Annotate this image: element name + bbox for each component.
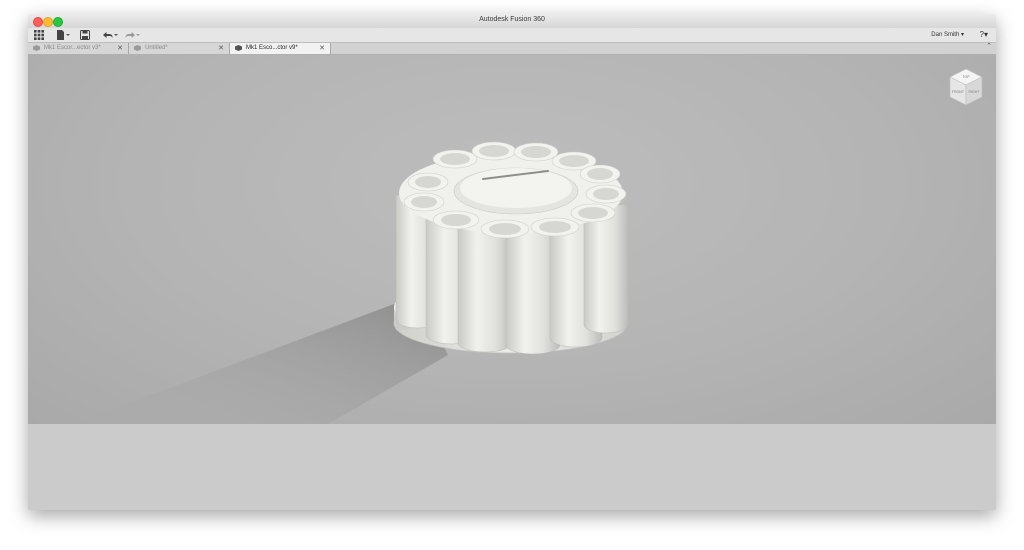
undo-icon — [103, 32, 118, 38]
3d-viewport[interactable]: TOP FRONT RIGHT — [28, 55, 996, 424]
document-tab[interactable]: Mk1 Escor...ector v3* ✕ — [28, 43, 129, 54]
app-window: Autodesk Fusion 360 Dan Smith ▾ ?▾ Mk1 E… — [28, 14, 996, 510]
component-icon — [134, 45, 141, 51]
tab-label: Mk1 Escor...ector v3* — [44, 45, 101, 51]
help-menu[interactable]: ?▾ — [980, 30, 988, 39]
close-tab-icon[interactable]: ✕ — [319, 43, 325, 54]
redo-icon — [125, 32, 140, 38]
save-button[interactable] — [80, 30, 90, 40]
view-cube[interactable]: TOP FRONT RIGHT — [948, 67, 984, 112]
user-menu[interactable]: Dan Smith ▾ — [931, 31, 964, 38]
file-icon — [57, 30, 70, 40]
undo-button[interactable] — [102, 30, 118, 40]
viewcube-top-label: TOP — [962, 75, 970, 79]
component-icon — [235, 45, 242, 51]
close-tab-icon[interactable]: ✕ — [117, 43, 123, 54]
model-render — [68, 141, 629, 424]
model-shadow — [68, 295, 448, 424]
viewcube-right-label: RIGHT — [969, 90, 981, 94]
document-tab-bar: Mk1 Escor...ector v3* ✕ Untitled* ✕ Mk1 … — [28, 43, 996, 55]
app-grid-icon[interactable] — [34, 30, 44, 40]
close-tab-icon[interactable]: ✕ — [218, 43, 224, 54]
window-title: Autodesk Fusion 360 — [479, 16, 545, 23]
tab-label: Untitled* — [145, 45, 168, 51]
title-bar: Autodesk Fusion 360 — [28, 14, 996, 29]
viewcube-front-label: FRONT — [952, 90, 965, 94]
document-tab[interactable]: Untitled* ✕ — [129, 43, 230, 54]
component-icon — [33, 45, 40, 51]
file-menu-button[interactable] — [56, 30, 70, 40]
chevron-up-icon[interactable]: ⌃ — [986, 42, 992, 50]
cylinder-ring — [395, 141, 629, 355]
redo-button[interactable] — [124, 30, 140, 40]
document-tab-active[interactable]: Mk1 Esco...ctor v9* ✕ — [230, 43, 331, 54]
bottom-panel — [28, 424, 996, 510]
quick-access-toolbar: Dan Smith ▾ ?▾ — [28, 28, 996, 43]
tab-label: Mk1 Esco...ctor v9* — [246, 45, 298, 51]
save-icon — [80, 30, 90, 40]
